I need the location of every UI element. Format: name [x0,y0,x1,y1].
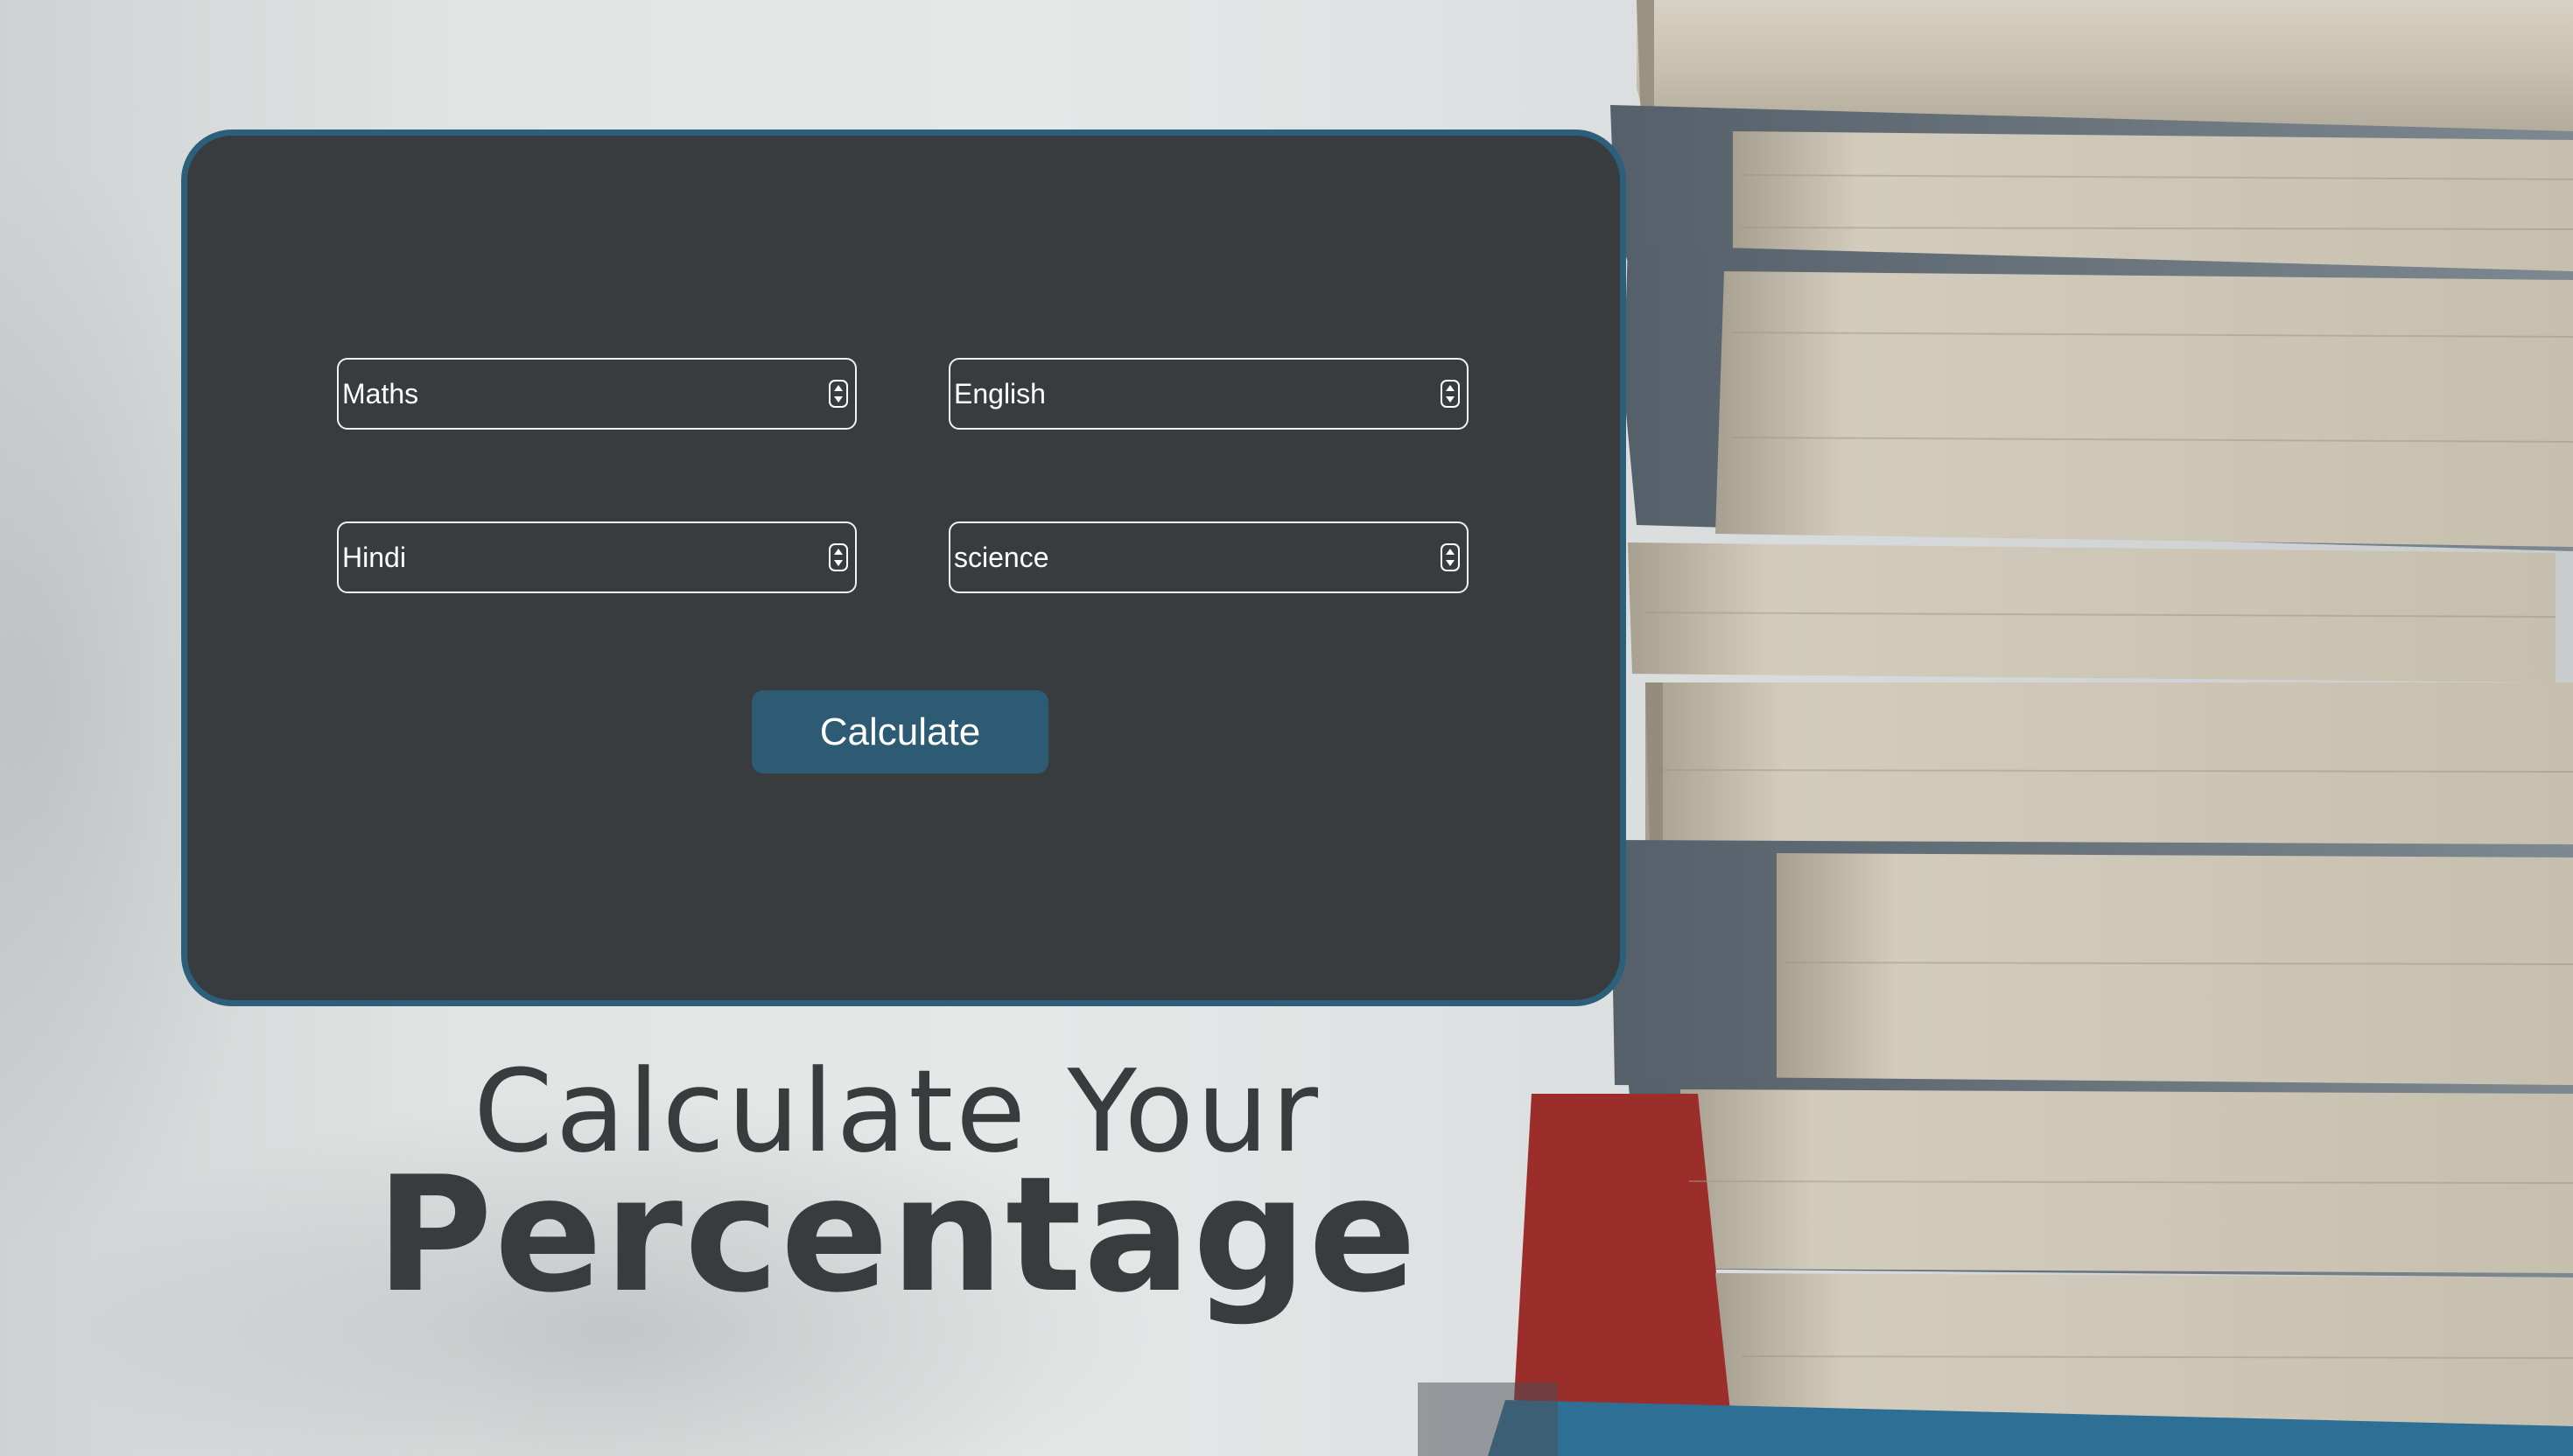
science-input-value: science [954,541,1049,573]
english-input[interactable]: English [949,358,1469,430]
stepper-icon[interactable] [829,380,848,408]
english-input-value: English [954,377,1046,410]
maths-input-value: Maths [342,377,419,410]
science-input[interactable]: science [949,522,1469,593]
calculate-button[interactable]: Calculate [752,690,1048,774]
hindi-input[interactable]: Hindi [337,522,857,593]
stepper-icon[interactable] [1441,380,1460,408]
hindi-input-value: Hindi [342,541,406,573]
maths-input[interactable]: Maths [337,358,857,430]
calculator-card: Maths English Hindi science Calculate [181,130,1626,1006]
headline-line-2: Percentage [375,1142,1419,1327]
stepper-icon[interactable] [829,543,848,571]
page-headline: Calculate Your Percentage [306,1046,1488,1327]
stepper-icon[interactable] [1441,543,1460,571]
